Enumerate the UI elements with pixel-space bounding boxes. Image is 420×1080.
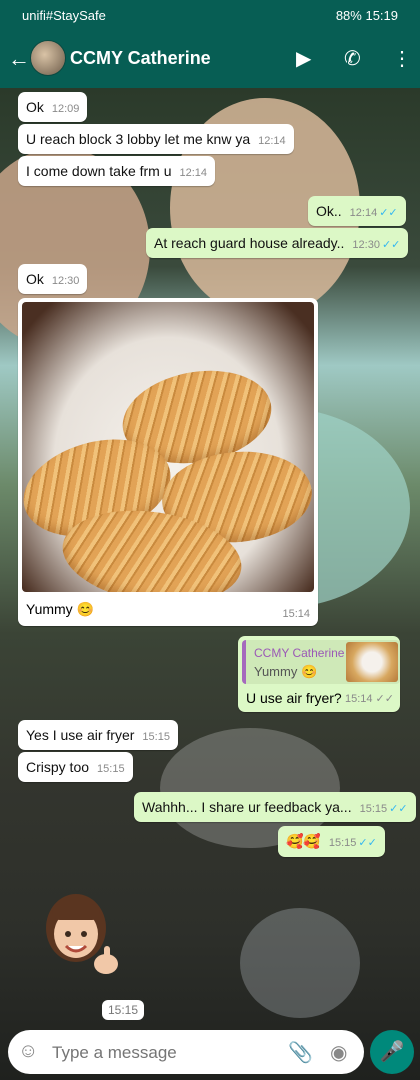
carrier-label: unifi#StaySafe (22, 8, 106, 23)
chat-header: ← CCMY Catherine ▶ ✆ ⋮ (0, 32, 420, 88)
back-arrow-icon[interactable]: ← (8, 46, 30, 72)
camera-icon[interactable]: ◉ (330, 1040, 347, 1065)
read-ticks-icon: ✓✓ (389, 803, 408, 815)
status-bar: unifi#StaySafe 88% 15:19 (0, 0, 420, 32)
read-ticks-icon: ✓✓ (381, 239, 401, 251)
message-bubble-outgoing[interactable]: Ok.. 12:14 ✓✓ (308, 196, 406, 226)
video-call-icon[interactable]: ▶ (296, 46, 311, 71)
message-time: 15:14 (344, 693, 373, 705)
message-bubble[interactable]: U reach block 3 lobby let me knw ya 12:14 (18, 124, 294, 154)
contact-name[interactable]: CCMY Catherine (70, 48, 211, 69)
memoji-sticker[interactable] (38, 886, 124, 986)
sticker-time: 15:15 (102, 1000, 145, 1020)
battery-time: 88% 15:19 (335, 8, 398, 23)
avatar[interactable] (30, 40, 66, 76)
read-ticks-icon: ✓✓ (379, 207, 398, 219)
message-bubble-outgoing[interactable]: Wahhh... I share ur feedback ya... 15:15 ✓… (134, 792, 416, 822)
message-time: 15:14 (282, 608, 310, 620)
phone-icon[interactable]: ✆ (344, 46, 361, 71)
reply-message[interactable]: CCMY Catherine Yummy 😊 U use air fryer? … (238, 636, 400, 712)
read-ticks-icon: ✓✓ (358, 837, 377, 849)
quoted-message[interactable]: CCMY Catherine Yummy 😊 (242, 640, 400, 684)
read-ticks-icon: ✓✓ (372, 693, 394, 705)
more-vert-icon[interactable]: ⋮ (392, 46, 412, 71)
mic-icon[interactable]: 🎤 (370, 1030, 414, 1074)
reply-text: U use air fryer? (246, 690, 342, 706)
emoji-icon[interactable]: ☺ (18, 1040, 38, 1063)
message-bubble-outgoing[interactable]: At reach guard house already.. 12:30 ✓✓ (146, 228, 409, 258)
message-bubble[interactable]: Crispy too 15:15 (18, 752, 133, 782)
message-bubble[interactable]: I come down take frm u 12:14 (18, 156, 216, 186)
image-message[interactable]: Yummy 😊 15:14 (18, 298, 318, 626)
quoted-sender: CCMY Catherine (254, 646, 345, 660)
quoted-text: Yummy 😊 (254, 664, 318, 679)
message-input[interactable] (50, 1041, 274, 1065)
image-caption: Yummy 😊 (26, 601, 94, 617)
attach-icon[interactable]: 📎 (288, 1040, 313, 1065)
message-bubble[interactable]: Ok 12:30 (18, 264, 88, 294)
quoted-thumbnail (346, 642, 398, 682)
message-bubble[interactable]: Ok 12:09 (18, 92, 88, 122)
message-bubble-outgoing[interactable]: 🥰🥰 15:15 ✓✓ (278, 826, 385, 857)
food-photo[interactable] (22, 302, 314, 592)
message-bubble[interactable]: Yes I use air fryer 15:15 (18, 720, 178, 750)
message-composer[interactable]: ☺ 📎 ◉ (8, 1030, 364, 1074)
